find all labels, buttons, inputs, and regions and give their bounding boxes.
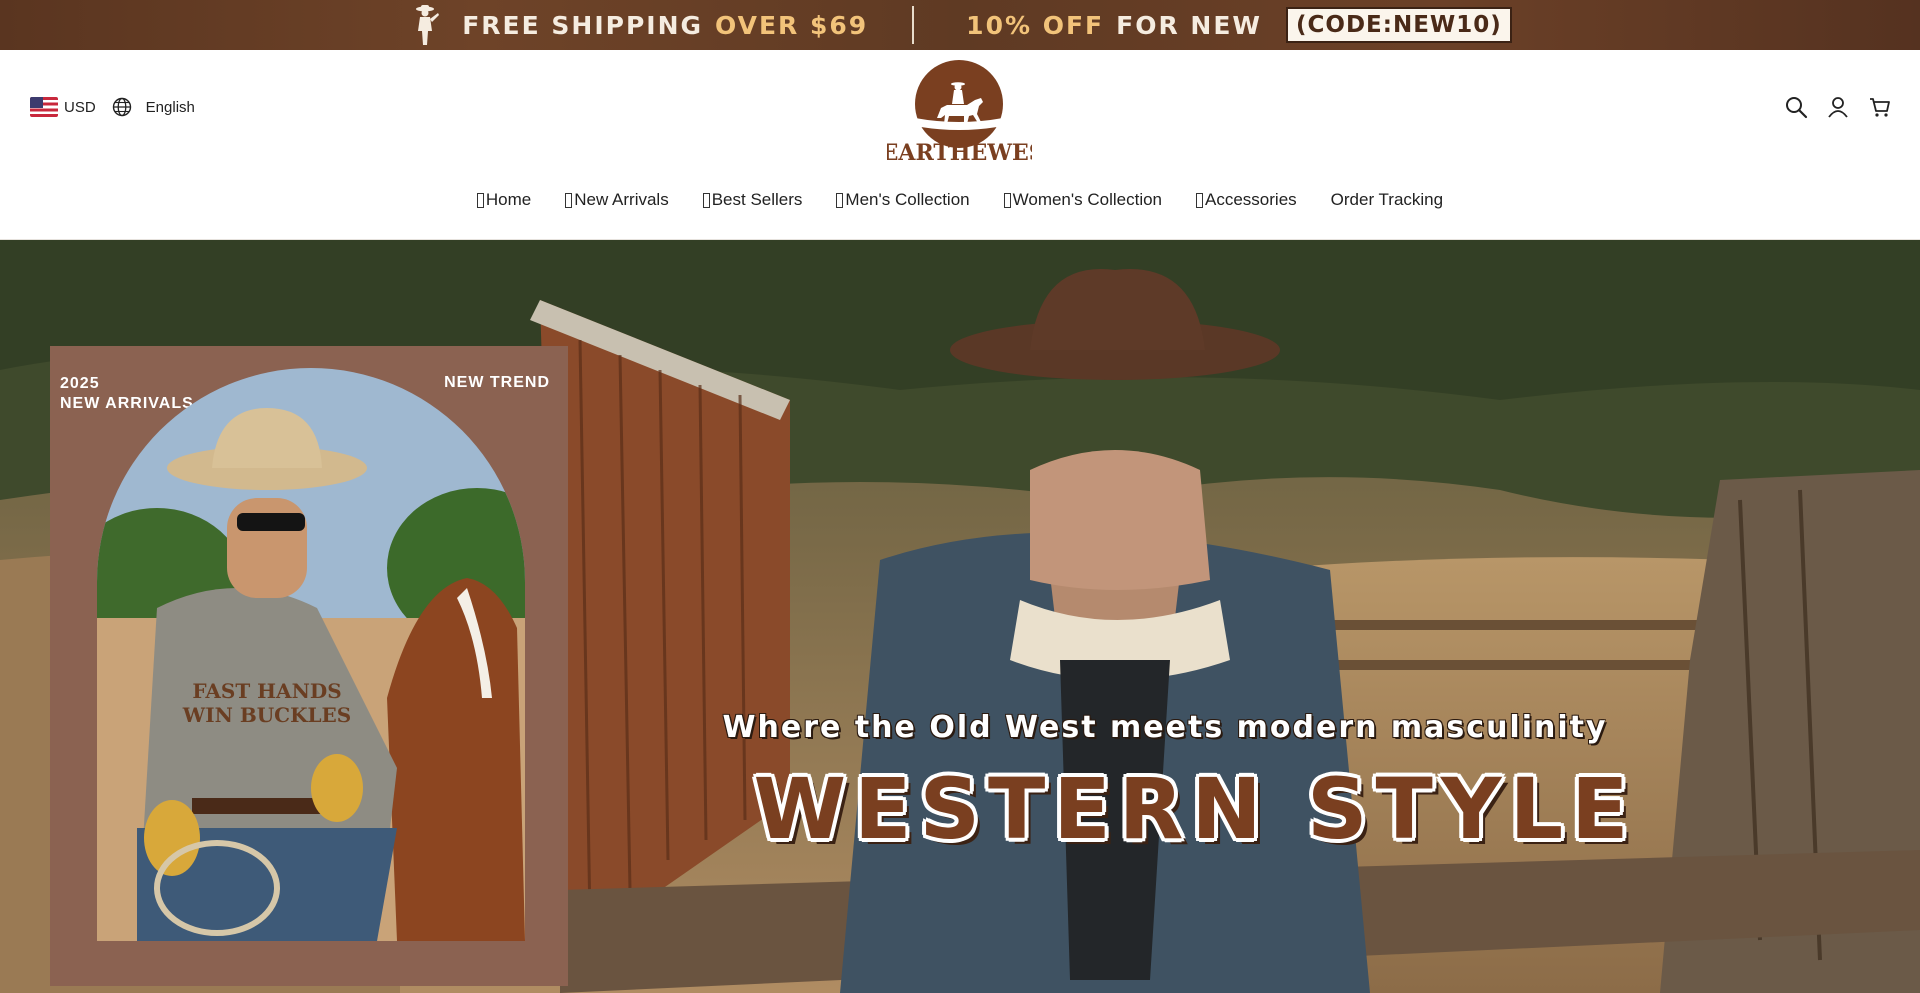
announcement-new-customers: FOR NEW xyxy=(1116,10,1262,40)
announcement-code: (CODE:NEW10) xyxy=(1286,7,1512,43)
svg-text:FAST HANDS: FAST HANDS xyxy=(192,679,341,703)
announcement-content: FREE SHIPPING OVER $69 10% OFF FOR NEW (… xyxy=(408,3,1512,47)
account-icon[interactable] xyxy=(1826,95,1850,119)
main-navigation: Home New Arrivals Best Sellers Men's Collec… xyxy=(0,190,1920,210)
nav-item-accessories[interactable]: Accessories xyxy=(1196,190,1297,210)
nav-item-label: Men's Collection xyxy=(845,190,970,209)
brand-logo[interactable]: WEARTHEWEST xyxy=(887,56,1032,166)
hero-headline: Western Style xyxy=(753,760,1637,858)
search-icon[interactable] xyxy=(1784,95,1808,119)
globe-icon[interactable] xyxy=(112,97,132,117)
hero-banner[interactable]: 2025 NEW ARRIVALS NEW TREND FAST HANDS W… xyxy=(0,240,1920,993)
cart-icon[interactable] xyxy=(1868,95,1892,119)
nav-item-label: Best Sellers xyxy=(711,190,803,209)
announcement-bar: FREE SHIPPING OVER $69 10% OFF FOR NEW (… xyxy=(0,0,1920,50)
announcement-shipping: FREE SHIPPING xyxy=(462,10,704,40)
announcement-shipping-threshold: OVER $69 xyxy=(715,10,869,40)
promo-new-arrivals: NEW ARRIVALS xyxy=(60,395,194,412)
nav-item-label: Accessories xyxy=(1205,190,1297,209)
site-header: USD English WEARTHEWEST xyxy=(0,50,1920,240)
us-flag-icon[interactable] xyxy=(30,97,58,117)
announcement-discount: 10% OFF xyxy=(966,10,1105,40)
nav-item-label: Order Tracking xyxy=(1330,190,1444,209)
nav-item-label: Women's Collection xyxy=(1012,190,1163,209)
nav-item-order-tracking[interactable]: Order Tracking xyxy=(1331,190,1443,210)
nav-item-icon xyxy=(476,192,484,208)
nav-item-label: Home xyxy=(485,190,532,209)
promo-model-image: FAST HANDS WIN BUCKLES xyxy=(97,368,525,941)
brand-logo-text: WEARTHEWEST xyxy=(887,140,1032,166)
svg-text:WIN BUCKLES: WIN BUCKLES xyxy=(182,703,351,727)
nav-item-home[interactable]: Home xyxy=(476,190,532,210)
nav-item-label: New Arrivals xyxy=(574,190,669,209)
promo-trend-label: NEW TREND xyxy=(444,374,550,391)
locale-selector[interactable]: USD English xyxy=(30,97,195,117)
nav-item-icon xyxy=(1196,192,1204,208)
cowboy-rider-icon xyxy=(416,5,440,45)
nav-item-icon xyxy=(565,192,573,208)
nav-item-new-arrivals[interactable]: New Arrivals xyxy=(565,190,669,210)
nav-item-men-s-collection[interactable]: Men's Collection xyxy=(836,190,970,210)
header-actions xyxy=(1784,95,1892,119)
promo-year: 2025 xyxy=(60,375,100,392)
promo-year-label: 2025 NEW ARRIVALS xyxy=(60,374,194,414)
new-arrivals-promo-card[interactable]: 2025 NEW ARRIVALS NEW TREND FAST HANDS W… xyxy=(50,346,568,986)
currency-selector[interactable]: USD xyxy=(64,99,96,116)
nav-item-best-sellers[interactable]: Best Sellers xyxy=(702,190,803,210)
language-selector[interactable]: English xyxy=(146,99,195,116)
announcement-divider xyxy=(912,6,915,44)
nav-item-icon xyxy=(836,192,844,208)
nav-item-women-s-collection[interactable]: Women's Collection xyxy=(1003,190,1163,210)
hero-tagline: Where the Old West meets modern masculin… xyxy=(722,710,1608,745)
nav-item-icon xyxy=(1003,192,1011,208)
nav-item-icon xyxy=(702,192,710,208)
